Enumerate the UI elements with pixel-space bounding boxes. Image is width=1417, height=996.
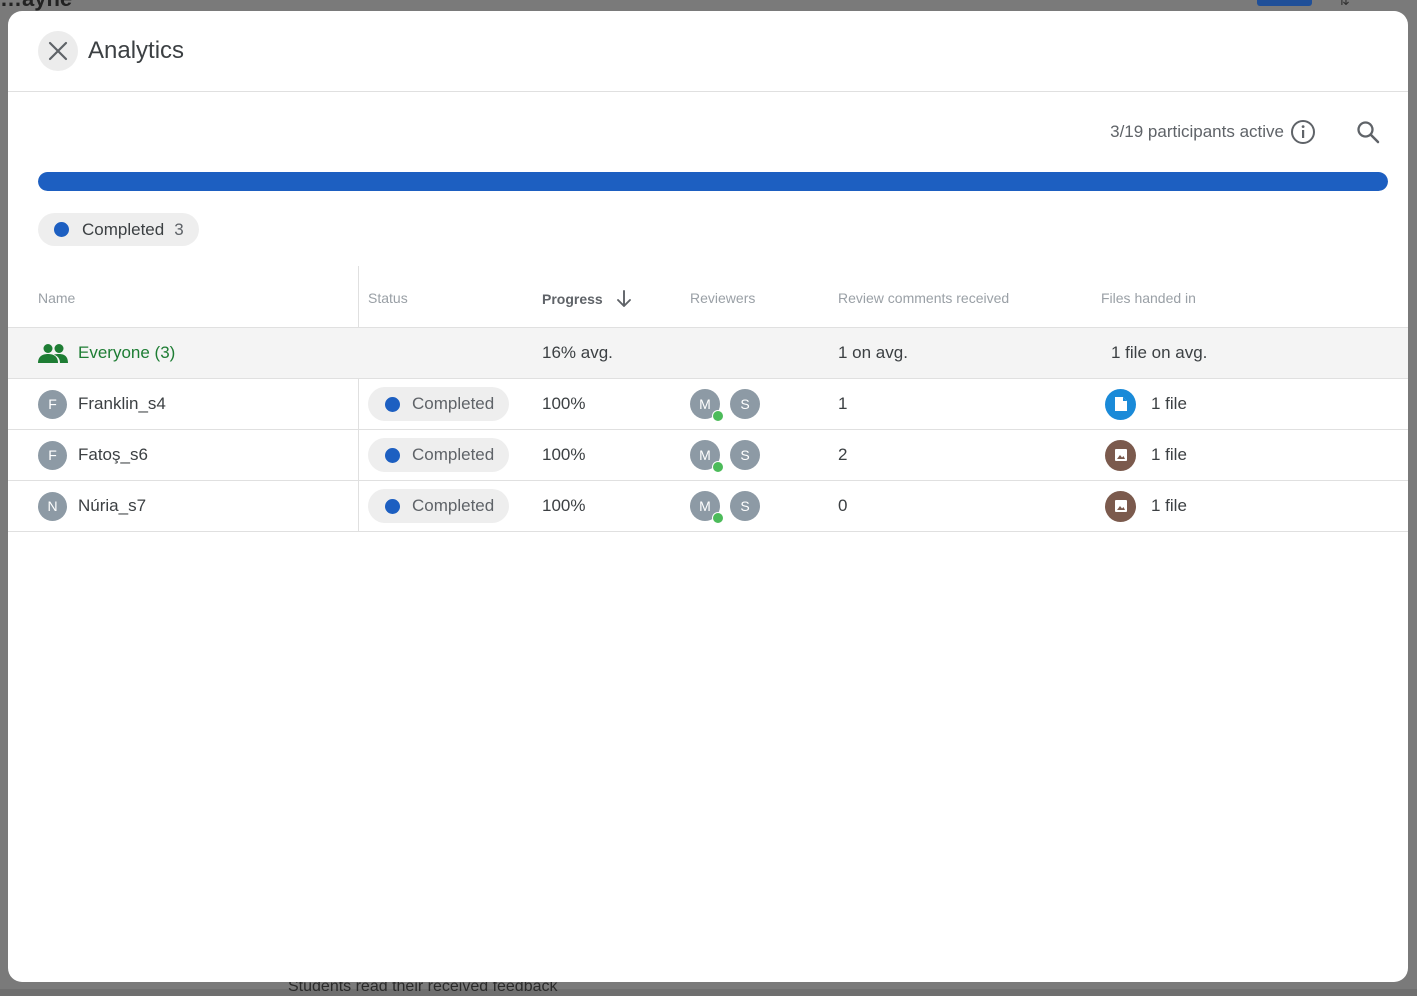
participant-progress: 100% xyxy=(542,496,586,515)
participant-name: Franklin_s4 xyxy=(78,394,166,413)
legend-count: 3 xyxy=(174,219,184,239)
reviewer-avatar[interactable]: S xyxy=(730,389,760,419)
reviewers-cell: M S xyxy=(690,379,760,429)
reviewer-avatar[interactable]: M xyxy=(690,440,724,473)
files-count: 1 file xyxy=(1151,394,1187,413)
progress-bar-fill-completed xyxy=(38,172,1388,191)
files-count: 1 file xyxy=(1151,496,1187,515)
files-cell: 1 file xyxy=(1105,430,1187,480)
table-row[interactable]: N Núria_s7 Completed 100% M S 0 1 file xyxy=(8,481,1408,532)
reviewers-cell: M S xyxy=(690,481,760,531)
reviewers-cell: M S xyxy=(690,430,760,480)
column-header-name[interactable]: Name xyxy=(38,290,75,306)
document-file-icon[interactable] xyxy=(1105,388,1136,420)
reviewer-avatar[interactable]: M xyxy=(690,389,724,422)
everyone-name-cell: Everyone (3) xyxy=(38,328,175,378)
avatar: F xyxy=(38,389,67,419)
image-file-icon[interactable] xyxy=(1105,439,1136,471)
everyone-comments: 1 on avg. xyxy=(838,343,908,362)
files-cell: 1 file xyxy=(1105,379,1187,429)
column-header-files[interactable]: Files handed in xyxy=(1101,290,1196,306)
reviewer-initial: M xyxy=(699,396,711,412)
online-status-dot xyxy=(712,512,724,524)
table-row-everyone[interactable]: Everyone (3) 16% avg. 1 on avg. 1 file o… xyxy=(8,328,1408,379)
table-row[interactable]: F Fatoş_s6 Completed 100% M S 2 1 file xyxy=(8,430,1408,481)
status-dot xyxy=(385,498,400,514)
reviewer-initial: M xyxy=(699,447,711,463)
status-chip[interactable]: Completed xyxy=(368,387,510,421)
status-cell: Completed xyxy=(368,481,510,531)
avatar: N xyxy=(38,491,67,521)
participant-progress: 100% xyxy=(542,445,586,464)
participant-name-cell: F Fatoş_s6 xyxy=(38,430,148,480)
participants-active-bar: 3/19 participants active xyxy=(1110,119,1380,145)
reviewer-initial: S xyxy=(740,396,750,412)
reviewer-avatar[interactable]: M xyxy=(690,491,724,524)
column-header-status[interactable]: Status xyxy=(368,290,408,306)
participant-progress: 100% xyxy=(542,394,586,413)
everyone-label: Everyone (3) xyxy=(78,343,176,362)
table-row[interactable]: F Franklin_s4 Completed 100% M S 1 1 fil… xyxy=(8,379,1408,430)
status-label: Completed xyxy=(412,496,495,515)
column-header-progress-label: Progress xyxy=(542,291,603,307)
reviewer-initial: S xyxy=(740,498,750,514)
participants-active-text: 3/19 participants active xyxy=(1110,122,1284,141)
reviewer-initial: M xyxy=(699,498,711,514)
status-chip[interactable]: Completed xyxy=(368,489,510,523)
close-button[interactable] xyxy=(38,31,78,71)
participant-comments: 0 xyxy=(838,496,848,515)
status-dot xyxy=(385,396,400,412)
legend-label: Completed xyxy=(82,219,165,239)
everyone-progress: 16% avg. xyxy=(542,343,613,362)
files-cell: 1 file xyxy=(1105,481,1187,531)
modal-title: Analytics xyxy=(88,37,185,64)
overall-progress-bar xyxy=(38,172,1388,191)
reviewer-avatar[interactable]: S xyxy=(730,491,760,521)
analytics-modal: Analytics 3/19 participants active Compl… xyxy=(8,11,1408,982)
sort-descending-icon xyxy=(616,290,631,307)
participant-name: Fatoş_s6 xyxy=(78,445,148,464)
status-label: Completed xyxy=(412,394,495,413)
status-cell: Completed xyxy=(368,430,510,480)
table-header: Name Status Progress Reviewers Review co… xyxy=(8,266,1408,328)
participant-name-cell: F Franklin_s4 xyxy=(38,379,166,429)
files-count: 1 file xyxy=(1151,445,1187,464)
group-icon xyxy=(38,344,68,363)
online-status-dot xyxy=(712,461,724,473)
status-chip[interactable]: Completed xyxy=(368,438,510,472)
participant-name-cell: N Núria_s7 xyxy=(38,481,146,531)
participant-comments: 1 xyxy=(838,394,848,413)
participant-name: Núria_s7 xyxy=(78,496,147,515)
status-cell: Completed xyxy=(368,379,510,429)
column-header-review-comments[interactable]: Review comments received xyxy=(838,290,1009,306)
status-label: Completed xyxy=(412,445,495,464)
background-button xyxy=(1257,0,1312,6)
close-icon xyxy=(48,41,68,61)
everyone-files: 1 file on avg. xyxy=(1111,343,1208,362)
legend-chip-completed[interactable]: Completed 3 xyxy=(38,213,199,246)
reviewer-avatar[interactable]: S xyxy=(730,440,760,470)
reviewer-initial: S xyxy=(740,447,750,463)
info-icon[interactable] xyxy=(1290,119,1316,145)
column-header-progress[interactable]: Progress xyxy=(542,290,632,308)
legend-dot xyxy=(54,222,69,237)
participant-comments: 2 xyxy=(838,445,848,464)
participants-table: Name Status Progress Reviewers Review co… xyxy=(8,266,1408,532)
background-sort-icon: ⇅ xyxy=(1338,0,1350,8)
status-dot xyxy=(385,447,400,463)
column-header-reviewers[interactable]: Reviewers xyxy=(690,290,755,306)
online-status-dot xyxy=(712,410,724,422)
search-icon[interactable] xyxy=(1356,120,1380,144)
modal-header: Analytics xyxy=(8,11,1408,92)
avatar: F xyxy=(38,440,67,470)
image-file-icon[interactable] xyxy=(1105,490,1136,522)
